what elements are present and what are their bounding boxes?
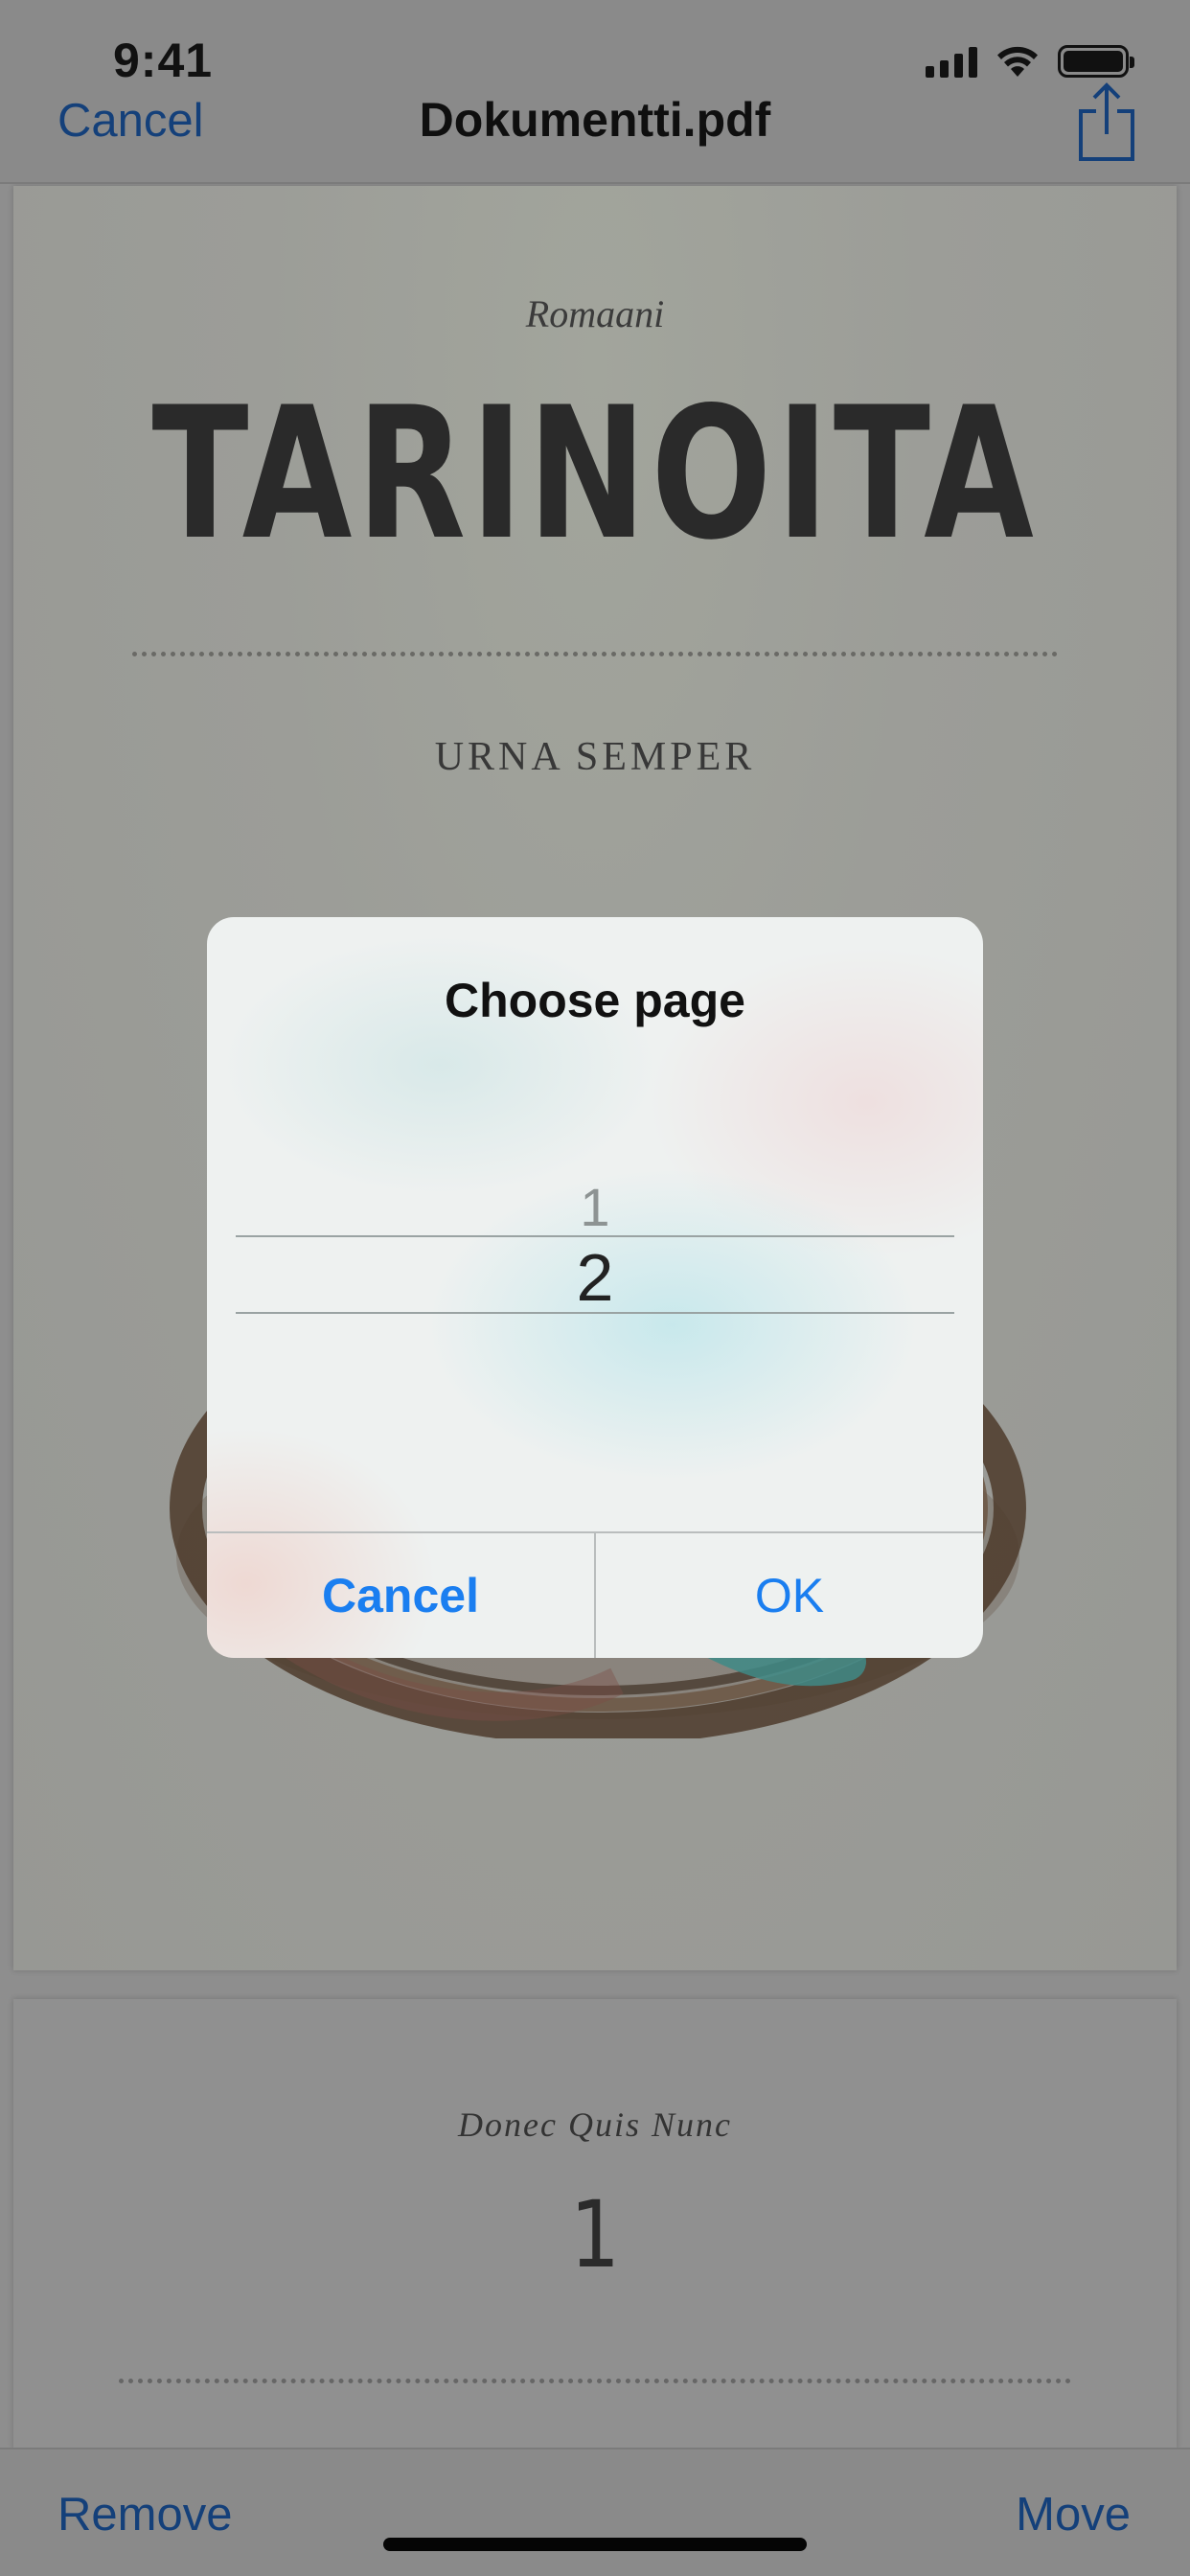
dialog-buttons: Cancel OK [207, 1531, 983, 1658]
picker-option-selected[interactable]: 2 [236, 1239, 954, 1316]
dotted-divider [119, 2379, 1071, 2383]
cover-title: TARINOITA [151, 368, 1039, 580]
remove-button[interactable]: Remove [57, 2488, 232, 2542]
page2-subtitle: Donec Quis Nunc [458, 2105, 732, 2144]
picker-option-previous[interactable]: 1 [236, 1176, 954, 1238]
choose-page-dialog: Choose page 1 2 Cancel OK [207, 917, 983, 1658]
status-time: 9:41 [113, 34, 214, 87]
dialog-title: Choose page [445, 974, 745, 1027]
picker-selection-line-bottom [236, 1312, 954, 1314]
cellular-signal-icon [926, 45, 977, 78]
page2-number: 1 [570, 2181, 620, 2288]
battery-icon [1058, 45, 1134, 78]
document-page-2: Donec Quis Nunc 1 [13, 1999, 1177, 2450]
page-picker[interactable]: 1 2 [236, 1109, 954, 1425]
dialog-ok-button[interactable]: OK [596, 1533, 983, 1658]
cover-subtitle: Romaani [525, 292, 665, 335]
dotted-divider [132, 652, 1058, 656]
nav-title: Dokumentti.pdf [419, 93, 771, 147]
dialog-cancel-button[interactable]: Cancel [207, 1533, 596, 1658]
move-button[interactable]: Move [1016, 2488, 1131, 2542]
status-icons [926, 42, 1134, 80]
status-bar: 9:41 [0, 0, 1190, 96]
picker-selection-line-top [236, 1235, 954, 1237]
wifi-icon [997, 46, 1038, 77]
bottom-toolbar: Remove Move [0, 2448, 1190, 2576]
home-indicator[interactable] [383, 2538, 807, 2551]
cover-author: URNA SEMPER [434, 735, 756, 779]
